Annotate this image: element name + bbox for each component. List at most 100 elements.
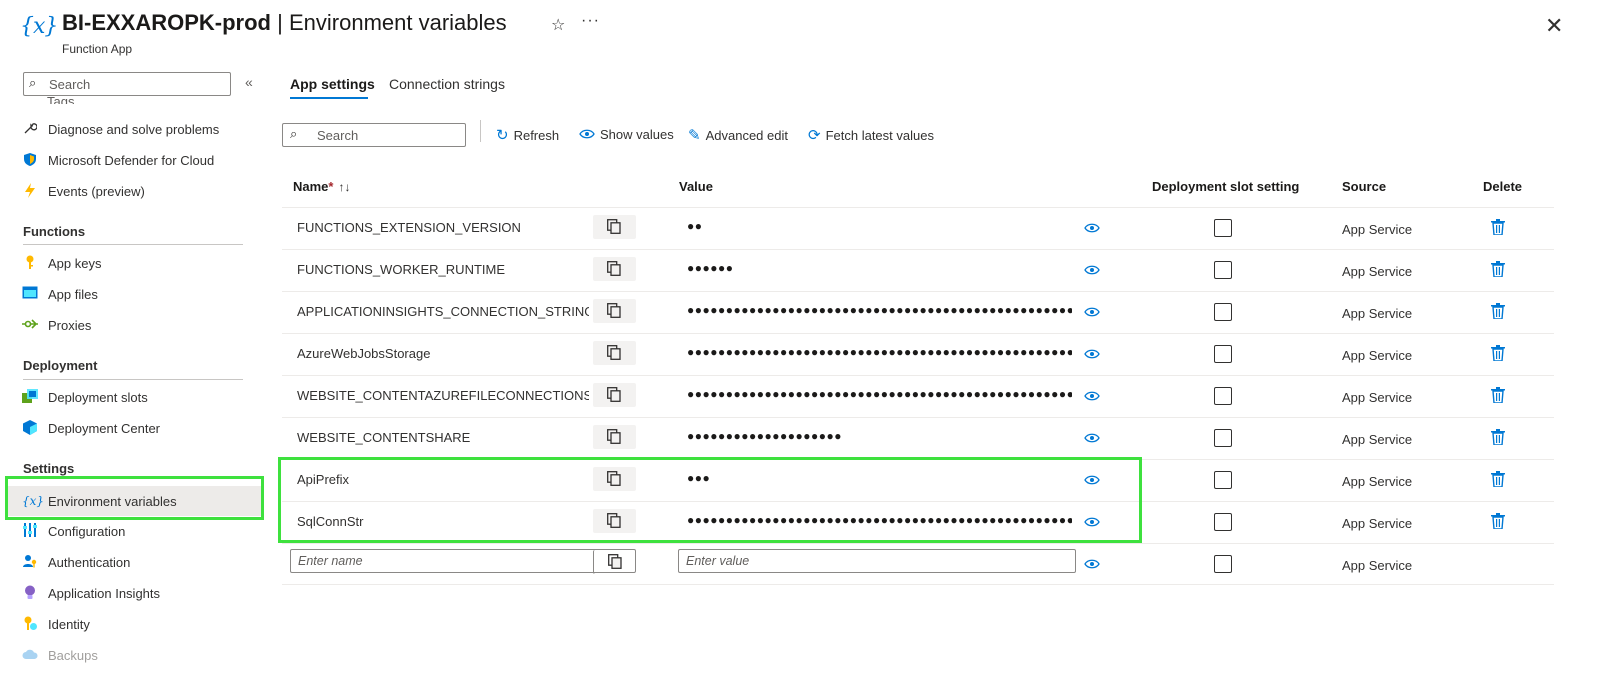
new-name-placeholder: Enter name	[298, 554, 363, 568]
delete-trash-icon[interactable]	[1491, 471, 1505, 490]
tab-connection-strings[interactable]: Connection strings	[389, 76, 505, 92]
deployment-slot-checkbox[interactable]	[1214, 261, 1232, 279]
fetch-latest-values-button[interactable]: ⟳ Fetch latest values	[808, 126, 934, 144]
sidebar-search-input[interactable]: ⌕ Search	[23, 72, 231, 96]
favorite-star-icon[interactable]: ☆	[551, 15, 565, 35]
resource-name: BI-EXXAROPK-prod	[62, 10, 271, 35]
setting-name[interactable]: APPLICATIONINSIGHTS_CONNECTION_STRING	[297, 304, 589, 319]
sidebar-item-label: Microsoft Defender for Cloud	[48, 153, 215, 168]
toolbar: ⌕ Search ↻ Refresh Show values ✎ Advanced …	[282, 120, 982, 150]
advanced-edit-label: Advanced edit	[705, 128, 788, 143]
delete-trash-icon[interactable]	[1491, 345, 1505, 364]
show-value-eye-icon[interactable]	[1084, 431, 1100, 446]
sidebar-item-authentication[interactable]: Authentication	[0, 548, 268, 576]
column-header-source: Source	[1342, 179, 1387, 194]
sidebar-item-configuration[interactable]: Configuration	[0, 517, 268, 545]
sidebar-item-backups[interactable]: Backups	[0, 641, 268, 669]
deployment-slot-checkbox[interactable]	[1214, 345, 1232, 363]
column-header-slot-setting: Deployment slot setting	[1152, 179, 1300, 194]
copy-name-button[interactable]	[593, 550, 636, 574]
delete-trash-icon[interactable]	[1491, 429, 1505, 448]
delete-trash-icon[interactable]	[1491, 303, 1505, 322]
setting-value[interactable]: ●●●●●●●●●●●●●●●●●●●●●●●●●●●●●●●●●●●●●●●●…	[687, 345, 1072, 359]
delete-trash-icon[interactable]	[1491, 387, 1505, 406]
sync-icon: ⟳	[808, 127, 821, 144]
setting-name[interactable]: WEBSITE_CONTENTSHARE	[297, 430, 589, 445]
setting-name[interactable]: FUNCTIONS_EXTENSION_VERSION	[297, 220, 589, 235]
setting-value[interactable]: ●●●●●●	[687, 261, 1072, 275]
copy-name-button[interactable]	[593, 215, 636, 239]
show-value-eye-icon[interactable]	[1084, 221, 1100, 236]
new-name-input[interactable]: Enter name	[290, 549, 636, 573]
advanced-edit-button[interactable]: ✎ Advanced edit	[688, 126, 788, 144]
sidebar-item-label: Events (preview)	[48, 184, 145, 199]
delete-trash-icon[interactable]	[1491, 261, 1505, 280]
sort-icon[interactable]: ↑↓	[338, 180, 350, 194]
settings-search-input[interactable]: ⌕ Search	[282, 123, 466, 147]
copy-name-button[interactable]	[593, 341, 636, 365]
delete-trash-icon[interactable]	[1491, 219, 1505, 238]
proxy-icon	[22, 317, 38, 333]
setting-value[interactable]: ●●●●●●●●●●●●●●●●●●●●●●●●●●●●●●●●●●●●●●●●…	[687, 387, 1072, 401]
sidebar-item-identity[interactable]: Identity	[0, 610, 268, 638]
sidebar-item-defender[interactable]: Microsoft Defender for Cloud	[0, 146, 268, 174]
deployment-slot-checkbox[interactable]	[1214, 219, 1232, 237]
sidebar-item-proxies[interactable]: Proxies	[0, 311, 268, 339]
setting-value[interactable]: ●●●●●●●●●●●●●●●●●●●●●●●●●●●●●●●●●●●●●●●●…	[687, 303, 1072, 317]
refresh-button[interactable]: ↻ Refresh	[496, 126, 559, 144]
deployment-slot-checkbox[interactable]	[1214, 471, 1232, 489]
setting-name[interactable]: AzureWebJobsStorage	[297, 346, 589, 361]
new-value-placeholder: Enter value	[686, 554, 750, 568]
sidebar-item-application-insights[interactable]: Application Insights	[0, 579, 268, 607]
collapse-sidebar-icon[interactable]: «	[245, 74, 253, 90]
show-value-eye-icon[interactable]	[1084, 557, 1100, 572]
column-header-name[interactable]: Name* ↑↓	[293, 179, 350, 194]
table-row: WEBSITE_CONTENTSHARE ●●●●●●●●●●●●●●●●●●●●…	[282, 417, 1554, 459]
files-icon	[22, 286, 38, 302]
sidebar-item-events[interactable]: Events (preview)	[0, 177, 268, 205]
delete-trash-icon[interactable]	[1491, 513, 1505, 532]
sidebar-item-deployment-slots[interactable]: Deployment slots	[0, 383, 268, 411]
slots-icon	[22, 389, 38, 405]
tab-app-settings[interactable]: App settings	[290, 76, 375, 92]
cloud-icon	[22, 647, 38, 663]
sidebar-item-diagnose[interactable]: Diagnose and solve problems	[0, 115, 268, 143]
sidebar-item-label: Configuration	[48, 524, 126, 539]
show-value-eye-icon[interactable]	[1084, 305, 1100, 320]
copy-name-button[interactable]	[593, 257, 636, 281]
setting-name[interactable]: FUNCTIONS_WORKER_RUNTIME	[297, 262, 589, 277]
copy-name-button[interactable]	[593, 299, 636, 323]
show-value-eye-icon[interactable]	[1084, 263, 1100, 278]
setting-value[interactable]: ●●	[687, 219, 1072, 233]
table-row: WEBSITE_CONTENTAZUREFILECONNECTIONSTRI .…	[282, 375, 1554, 417]
close-icon[interactable]: ✕	[1545, 13, 1563, 39]
show-value-eye-icon[interactable]	[1084, 389, 1100, 404]
sidebar-item-label: Deployment Center	[48, 421, 160, 436]
show-value-eye-icon[interactable]	[1084, 347, 1100, 362]
deployment-slot-checkbox[interactable]	[1214, 513, 1232, 531]
setting-source: App Service	[1342, 558, 1413, 573]
setting-value[interactable]: ●●●●●●●●●●●●●●●●●●●●	[687, 429, 1072, 443]
section-title-settings: Settings	[23, 461, 75, 476]
sidebar-item-app-keys[interactable]: App keys	[0, 249, 268, 277]
sidebar-item-label: Diagnose and solve problems	[48, 122, 220, 137]
copy-name-button[interactable]	[593, 383, 636, 407]
new-value-input[interactable]: Enter value	[678, 549, 1076, 573]
deployment-slot-checkbox[interactable]	[1214, 387, 1232, 405]
sidebar-item-deployment-center[interactable]: Deployment Center	[0, 414, 268, 442]
more-options-icon[interactable]: ···	[581, 12, 600, 30]
sidebar-item-label: Proxies	[48, 318, 92, 333]
deployment-slot-checkbox[interactable]	[1214, 303, 1232, 321]
new-setting-row: Enter name Enter value App Service	[282, 543, 1554, 585]
sidebar-item-tags[interactable]: Tags	[47, 94, 74, 104]
identity-icon	[22, 616, 38, 632]
setting-source: App Service	[1342, 474, 1413, 489]
show-values-button[interactable]: Show values	[579, 126, 674, 143]
deployment-slot-checkbox[interactable]	[1214, 555, 1232, 573]
setting-name[interactable]: WEBSITE_CONTENTAZUREFILECONNECTIONSTRI .…	[297, 388, 589, 403]
copy-name-button[interactable]	[593, 425, 636, 449]
sidebar-item-label: App files	[48, 287, 98, 302]
deployment-slot-checkbox[interactable]	[1214, 429, 1232, 447]
show-values-label: Show values	[600, 127, 674, 142]
sidebar-item-app-files[interactable]: App files	[0, 280, 268, 308]
